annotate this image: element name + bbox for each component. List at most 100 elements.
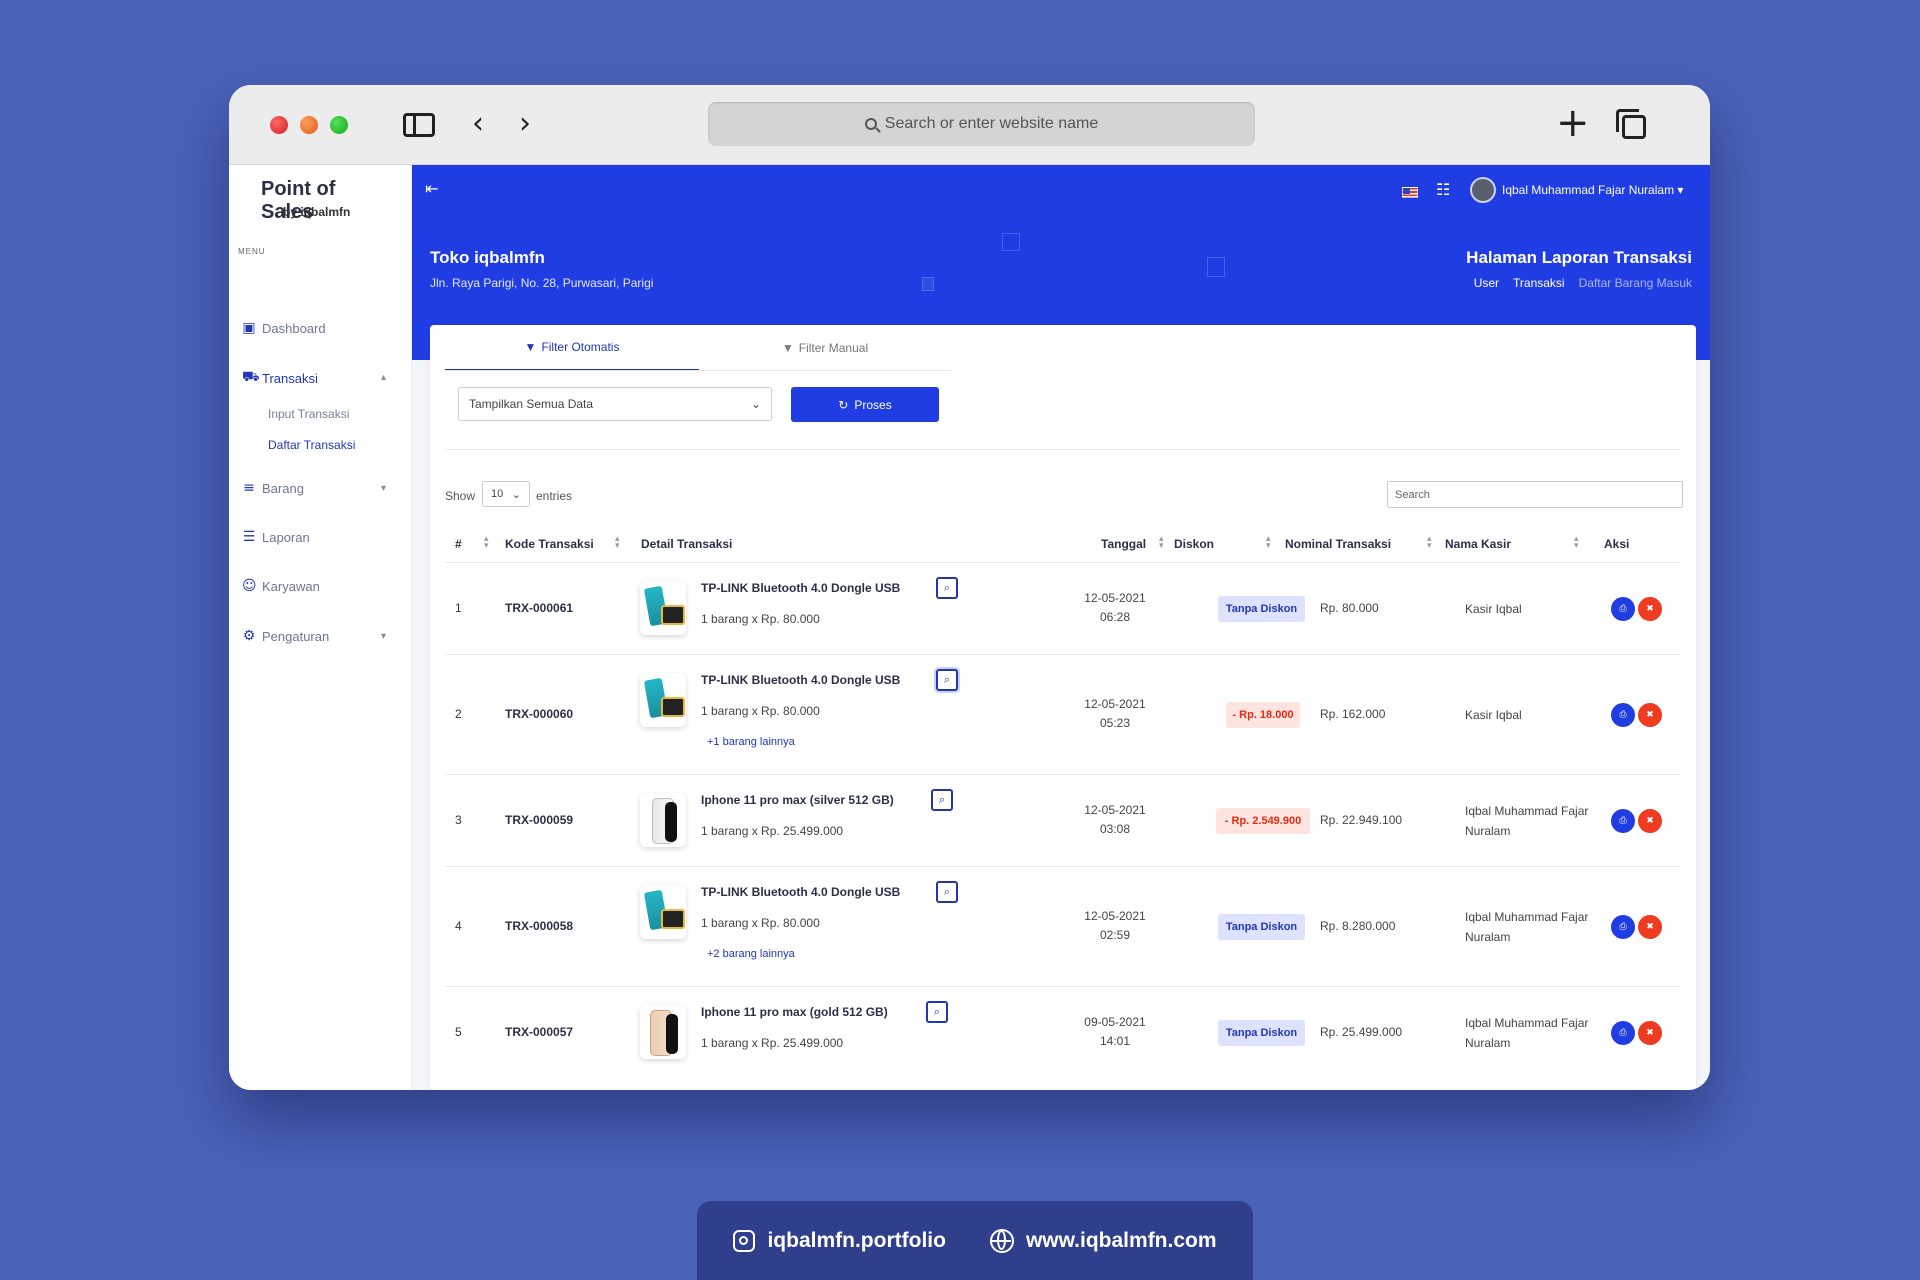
decor-square bbox=[922, 277, 934, 291]
minimize-window-button[interactable] bbox=[300, 116, 318, 134]
sort-icon[interactable]: ▴ ▾ bbox=[615, 535, 620, 551]
delete-button[interactable]: ✖ bbox=[1638, 1021, 1662, 1045]
column-header-number[interactable]: # bbox=[455, 537, 462, 551]
sidebar-subitem-input-transaksi[interactable]: Input Transaksi bbox=[268, 407, 349, 421]
menu-collapse-icon[interactable]: ⇤ bbox=[425, 179, 438, 198]
address-bar[interactable]: Search or enter website name bbox=[708, 102, 1255, 146]
print-button[interactable]: ⎙ bbox=[1611, 597, 1635, 621]
chevron-up-icon[interactable]: ▴ bbox=[381, 372, 386, 383]
product-name: Iphone 11 pro max (silver 512 GB) bbox=[701, 793, 894, 807]
transaction-nominal: Rp. 22.949.100 bbox=[1320, 813, 1403, 827]
page-title: Halaman Laporan Transaksi bbox=[1466, 248, 1692, 267]
zoom-in-icon[interactable]: ⌕ bbox=[931, 789, 953, 811]
zoom-in-icon[interactable]: ⌕ bbox=[936, 577, 958, 599]
maximize-window-button[interactable] bbox=[330, 116, 348, 134]
close-window-button[interactable] bbox=[270, 116, 288, 134]
sidebar-subitem-daftar-transaksi[interactable]: Daftar Transaksi bbox=[268, 438, 355, 452]
print-button[interactable]: ⎙ bbox=[1611, 1021, 1635, 1045]
breadcrumb: User Transaksi Daftar Barang Masuk bbox=[1474, 276, 1692, 290]
discount-badge: - Rp. 2.549.900 bbox=[1216, 808, 1310, 834]
data-filter-select[interactable]: Tampilkan Semua Data ⌄ bbox=[458, 387, 772, 421]
print-button[interactable]: ⎙ bbox=[1611, 915, 1635, 939]
column-header-nominal[interactable]: Nominal Transaksi bbox=[1285, 537, 1391, 551]
us-flag-icon[interactable] bbox=[1402, 187, 1418, 198]
users-icon: ☺ bbox=[242, 578, 257, 594]
product-name: TP-LINK Bluetooth 4.0 Dongle USB bbox=[701, 581, 901, 595]
sidebar-item-laporan[interactable]: ☰ Laporan bbox=[242, 529, 310, 545]
entries-select[interactable]: 10 ⌄ bbox=[482, 481, 530, 507]
row-number: 5 bbox=[455, 1025, 462, 1039]
sidebar-item-barang[interactable]: ≡ Barang bbox=[242, 480, 304, 496]
breadcrumb-item[interactable]: User bbox=[1474, 276, 1499, 290]
proses-button[interactable]: ↻ Proses bbox=[791, 387, 939, 422]
delete-button[interactable]: ✖ bbox=[1638, 703, 1662, 727]
new-tab-plus-icon[interactable]: + bbox=[1556, 103, 1590, 143]
product-thumbnail bbox=[640, 793, 686, 847]
avatar[interactable] bbox=[1470, 177, 1496, 203]
breadcrumb-item[interactable]: Transaksi bbox=[1513, 276, 1565, 290]
database-icon: ≡ bbox=[243, 480, 255, 496]
delete-button[interactable]: ✖ bbox=[1638, 915, 1662, 939]
product-quantity: 1 barang x Rp. 80.000 bbox=[701, 704, 820, 718]
back-arrow-icon[interactable]: ‹ bbox=[472, 109, 484, 139]
tab-filter-manual[interactable]: ▼ Filter Manual bbox=[699, 325, 951, 371]
cashier-name: Kasir Iqbal bbox=[1465, 708, 1522, 722]
product-quantity: 1 barang x Rp. 25.499.000 bbox=[701, 1036, 844, 1050]
column-header-kasir[interactable]: Nama Kasir bbox=[1445, 537, 1511, 551]
more-items-link[interactable]: +1 barang lainnya bbox=[707, 736, 795, 748]
sort-icon[interactable]: ▴ ▾ bbox=[1159, 535, 1164, 551]
instagram-handle: iqbalmfn.portfolio bbox=[767, 1228, 946, 1252]
sidebar-toggle-icon[interactable] bbox=[403, 113, 435, 137]
document-icon: ☰ bbox=[242, 529, 256, 545]
delete-button[interactable]: ✖ bbox=[1638, 597, 1662, 621]
column-header-kode[interactable]: Kode Transaksi bbox=[505, 537, 594, 551]
table-row: 2 TRX-000060 TP-LINK Bluetooth 4.0 Dongl… bbox=[445, 655, 1681, 775]
transaction-code: TRX-000058 bbox=[505, 919, 574, 933]
print-button[interactable]: ⎙ bbox=[1611, 703, 1635, 727]
transaction-date: 12-05-2021 06:28 bbox=[1084, 591, 1146, 624]
sidebar-item-label: Dashboard bbox=[262, 320, 326, 336]
chevron-down-icon[interactable]: ▾ bbox=[381, 483, 386, 494]
zoom-in-icon[interactable]: ⌕ bbox=[926, 1001, 948, 1023]
tab-filter-otomatis[interactable]: ▼ Filter Otomatis bbox=[445, 325, 699, 371]
website-link[interactable]: www.iqbalmfn.com bbox=[989, 1228, 1217, 1253]
column-header-diskon[interactable]: Diskon bbox=[1174, 537, 1214, 551]
delete-button[interactable]: ✖ bbox=[1638, 809, 1662, 833]
cashier-name: Iqbal Muhammad Fajar Nuralam bbox=[1465, 804, 1589, 838]
sort-icon[interactable]: ▴ ▾ bbox=[1266, 535, 1271, 551]
column-header-detail: Detail Transaksi bbox=[641, 537, 733, 551]
search-icon bbox=[864, 118, 877, 130]
transaction-date: 12-05-2021 03:08 bbox=[1084, 803, 1146, 836]
chevron-down-icon[interactable]: ▾ bbox=[381, 631, 386, 642]
decor-square bbox=[1207, 257, 1225, 277]
instagram-link[interactable]: iqbalmfn.portfolio bbox=[733, 1228, 946, 1253]
forward-arrow-icon[interactable]: › bbox=[519, 109, 531, 139]
sliders-icon[interactable]: ☷ bbox=[1436, 180, 1450, 199]
cart-icon: ⛟ bbox=[242, 369, 260, 385]
sidebar-item-label: Karyawan bbox=[262, 578, 320, 594]
zoom-in-icon[interactable]: ⌕ bbox=[936, 669, 958, 691]
table-row: 4 TRX-000058 TP-LINK Bluetooth 4.0 Dongl… bbox=[445, 867, 1681, 987]
table-search-input[interactable]: Search bbox=[1387, 481, 1683, 508]
column-header-tanggal[interactable]: Tanggal bbox=[1101, 537, 1146, 551]
sidebar-item-transaksi[interactable]: ⛟ Transaksi bbox=[242, 369, 318, 387]
sort-icon[interactable]: ▴ ▾ bbox=[484, 535, 489, 551]
user-menu[interactable]: Iqbal Muhammad Fajar Nuralam ▾ bbox=[1502, 183, 1683, 197]
sidebar-item-dashboard[interactable]: ▣ Dashboard bbox=[242, 320, 326, 336]
sidebar-item-pengaturan[interactable]: ⚙ Pengaturan bbox=[242, 628, 330, 644]
zoom-in-icon[interactable]: ⌕ bbox=[936, 881, 958, 903]
tab-overview-icon[interactable] bbox=[1616, 109, 1646, 139]
transaction-date: 12-05-2021 05:23 bbox=[1084, 697, 1146, 730]
product-quantity: 1 barang x Rp. 80.000 bbox=[701, 916, 820, 930]
report-card: ▼ Filter Otomatis ▼ Filter Manual Tampil… bbox=[430, 325, 1696, 1090]
sidebar-item-karyawan[interactable]: ☺ Karyawan bbox=[242, 578, 320, 594]
product-thumbnail bbox=[640, 1005, 686, 1059]
sort-icon[interactable]: ▴ ▾ bbox=[1427, 535, 1432, 551]
print-button[interactable]: ⎙ bbox=[1611, 809, 1635, 833]
main-content: ⇤ ☷ Iqbal Muhammad Fajar Nuralam ▾ Toko … bbox=[412, 165, 1710, 1090]
more-items-link[interactable]: +2 barang lainnya bbox=[707, 948, 795, 960]
sort-icon[interactable]: ▴ ▾ bbox=[1574, 535, 1579, 551]
transaction-nominal: Rp. 162.000 bbox=[1320, 707, 1386, 721]
table-row: 5 TRX-000057 Iphone 11 pro max (gold 512… bbox=[445, 987, 1681, 1079]
product-name: Iphone 11 pro max (gold 512 GB) bbox=[701, 1005, 888, 1019]
